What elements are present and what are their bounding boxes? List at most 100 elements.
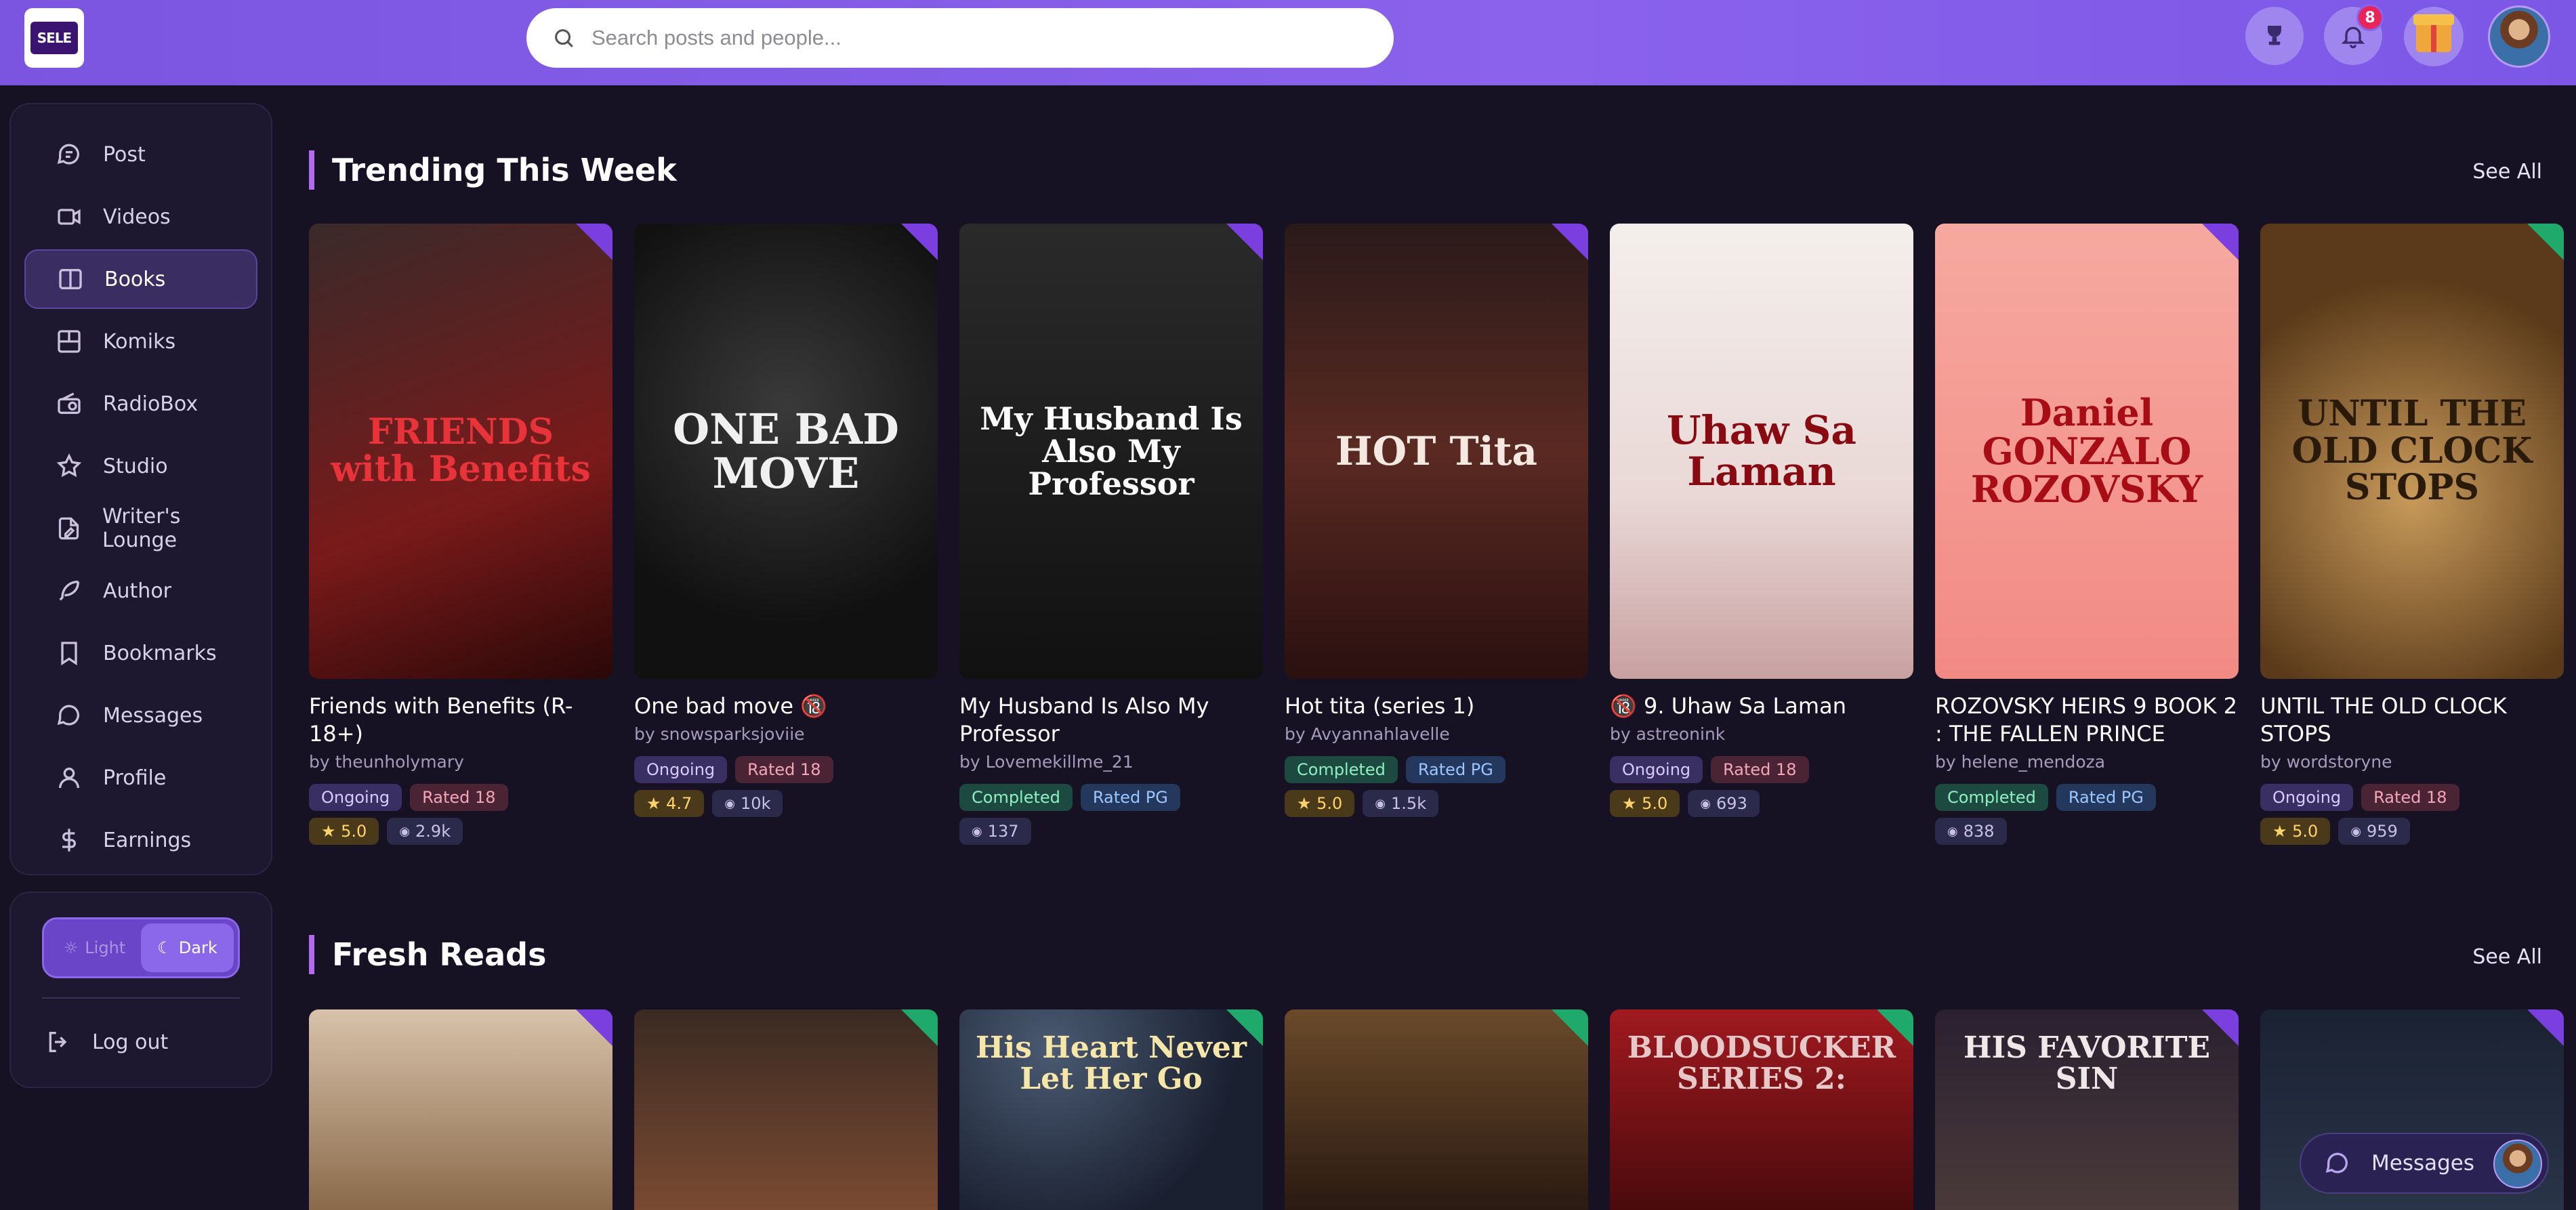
views-badge: ◉ 2.9k <box>387 818 463 845</box>
book-card[interactable]: HOT Tita Hot tita (series 1) by Avyannah… <box>1285 224 1588 817</box>
book-cover[interactable]: FRIENDS with Benefits <box>309 224 612 679</box>
book-cover[interactable]: HIS FAVORITE SIN <box>1935 1009 2239 1210</box>
sun-icon: ☼ <box>63 938 79 957</box>
book-author[interactable]: by Lovemekillme_21 <box>959 752 1263 772</box>
gift-button[interactable] <box>2404 7 2464 66</box>
book-cover[interactable]: UNTIL THE OLD CLOCK STOPS <box>2260 224 2564 679</box>
user-avatar[interactable] <box>2488 5 2550 68</box>
book-cover[interactable]: His Heart Never Let Her Go <box>959 1009 1263 1210</box>
book-cover[interactable] <box>634 1009 938 1210</box>
sidebar-item-label: Books <box>104 267 166 291</box>
book-cover[interactable]: Uhaw Sa Laman <box>1610 224 1913 679</box>
messages-float-button[interactable]: Messages <box>2300 1133 2549 1194</box>
book-author[interactable]: by snowsparksjoviie <box>634 724 938 744</box>
divider <box>42 997 240 999</box>
sidebar-item-label: Writer's Lounge <box>102 505 181 552</box>
book-author[interactable]: by helene_mendoza <box>1935 752 2239 772</box>
status-badge: Ongoing <box>1610 756 1703 783</box>
sidebar-item-label: Komiks <box>103 329 176 354</box>
book-title[interactable]: ROZOVSKY HEIRS 9 BOOK 2 : THE FALLEN PRI… <box>1935 692 2239 748</box>
book-cover[interactable]: BLOODSUCKER SERIES 2: <box>1610 1009 1913 1210</box>
book-card[interactable]: Uhaw Sa Laman 🔞 9. Uhaw Sa Laman by astr… <box>1610 224 1913 817</box>
message-circle-icon <box>2325 1152 2348 1173</box>
book-title[interactable]: Friends with Benefits (R-18+) <box>309 692 612 748</box>
bookmark-icon <box>61 642 77 666</box>
book-card[interactable]: FRIENDS with Benefits Friends with Benef… <box>309 224 612 845</box>
book-card[interactable]: UNTIL THE OLD CLOCK STOPS UNTIL THE OLD … <box>2260 224 2564 845</box>
book-cover[interactable]: My Husband Is Also My Professor <box>959 224 1263 679</box>
sidebar-item-books[interactable]: Books <box>24 249 257 309</box>
sidebar-item-profile[interactable]: Profile <box>24 748 257 808</box>
book-tags: Completed Rated PG <box>959 784 1263 811</box>
notifications-button[interactable]: 8 <box>2324 4 2384 65</box>
sidebar-item-messages[interactable]: Messages <box>24 686 257 745</box>
book-cover[interactable]: Daniel GONZALO ROZOVSKY <box>1935 224 2239 679</box>
rating-badge: Rated PG <box>2056 784 2156 811</box>
sidebar-item-radiobox[interactable]: RadioBox <box>24 374 257 434</box>
book-cover[interactable]: ONE BAD MOVE <box>634 224 938 679</box>
book-tags: Ongoing Rated 18 <box>1610 756 1913 783</box>
grid-panels-icon <box>58 330 81 353</box>
book-card[interactable]: BLOODSUCKER SERIES 2: <box>1610 1009 1913 1210</box>
views-badge: ◉ 838 <box>1935 818 2007 845</box>
dark-theme-option[interactable]: ☾ Dark <box>141 923 234 972</box>
sidebar-item-writers-lounge[interactable]: Writer's Lounge <box>24 499 257 558</box>
book-card[interactable] <box>309 1009 612 1210</box>
rating-badge: Rated 18 <box>410 784 508 811</box>
book-title[interactable]: My Husband Is Also My Professor <box>959 692 1263 748</box>
book-title[interactable]: Hot tita (series 1) <box>1285 692 1588 720</box>
theme-toggle[interactable]: ☼ Light ☾ Dark <box>42 917 240 978</box>
search-icon <box>555 29 573 47</box>
book-card[interactable]: ONE BAD MOVE One bad move 🔞 by snowspark… <box>634 224 938 817</box>
sidebar-item-label: Profile <box>103 766 167 790</box>
book-author[interactable]: by wordstoryne <box>2260 752 2564 772</box>
app-logo[interactable]: SELE <box>24 8 84 68</box>
book-card[interactable]: His Heart Never Let Her Go <box>959 1009 1263 1210</box>
book-author[interactable]: by astreonink <box>1610 724 1913 744</box>
book-cover[interactable]: HOT Tita <box>1285 224 1588 679</box>
book-cover[interactable] <box>309 1009 612 1210</box>
logout-button[interactable]: Log out <box>45 1028 168 1056</box>
book-card[interactable] <box>634 1009 938 1210</box>
book-title[interactable]: UNTIL THE OLD CLOCK STOPS <box>2260 692 2564 748</box>
sidebar-item-author[interactable]: Author <box>24 561 257 621</box>
book-author[interactable]: by theunholymary <box>309 752 612 772</box>
book-title[interactable]: One bad move 🔞 <box>634 692 938 720</box>
status-badge: Completed <box>1935 784 2048 811</box>
views-count: 2.9k <box>415 822 451 841</box>
book-card[interactable]: HIS FAVORITE SIN <box>1935 1009 2239 1210</box>
logout-label: Log out <box>92 1030 169 1054</box>
eye-icon: ◉ <box>724 796 736 811</box>
logout-icon <box>49 1032 67 1052</box>
cover-title-text: His Heart Never Let Her Go <box>975 1030 1247 1097</box>
book-author[interactable]: by Avyannahlavelle <box>1285 724 1588 744</box>
sidebar-item-post[interactable]: Post <box>24 125 257 184</box>
trending-see-all-link[interactable]: See All <box>2472 160 2542 184</box>
book-cover[interactable] <box>1285 1009 1588 1210</box>
book-title[interactable]: 🔞 9. Uhaw Sa Laman <box>1610 692 1913 720</box>
user-icon <box>59 768 79 789</box>
cover-title-text: Uhaw Sa Laman <box>1667 407 1856 495</box>
sidebar-item-komiks[interactable]: Komiks <box>24 312 257 371</box>
sidebar-item-bookmarks[interactable]: Bookmarks <box>24 623 257 683</box>
eye-icon: ◉ <box>1375 796 1386 811</box>
light-label: Light <box>85 938 126 957</box>
search-input[interactable] <box>591 26 1371 50</box>
book-card[interactable] <box>1285 1009 1588 1210</box>
status-badge: Ongoing <box>634 756 728 783</box>
book-tags: Completed Rated PG <box>1935 784 2239 811</box>
search-bar[interactable] <box>526 8 1394 68</box>
sidebar: Post Videos Books Komiks RadioBox Studio… <box>9 103 272 875</box>
book-card[interactable]: Daniel GONZALO ROZOVSKY ROZOVSKY HEIRS 9… <box>1935 224 2239 845</box>
leaderboard-button[interactable] <box>2245 7 2304 65</box>
cover-corner-ribbon <box>901 224 938 260</box>
document-pen-icon <box>58 517 79 540</box>
sidebar-item-earnings[interactable]: Earnings <box>24 810 257 870</box>
fresh-see-all-link[interactable]: See All <box>2472 945 2542 969</box>
light-theme-option[interactable]: ☼ Light <box>48 923 141 972</box>
messages-avatar <box>2493 1140 2542 1188</box>
sidebar-item-studio[interactable]: Studio <box>24 436 257 496</box>
book-card[interactable]: My Husband Is Also My Professor My Husba… <box>959 224 1263 845</box>
book-stats: ★ 4.7 ◉ 10k <box>634 790 938 817</box>
sidebar-item-videos[interactable]: Videos <box>24 187 257 247</box>
